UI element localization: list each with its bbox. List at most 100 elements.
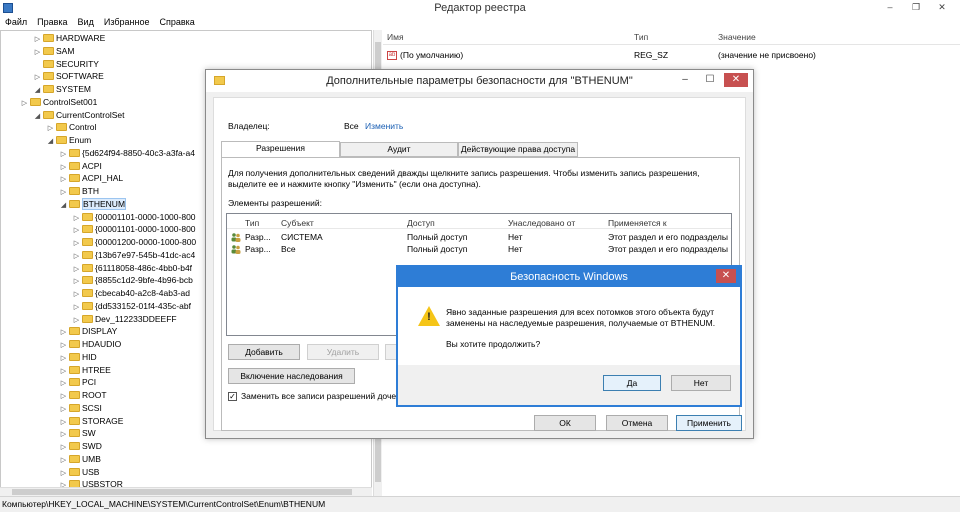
remove-button[interactable]: Удалить: [307, 344, 379, 360]
tree-item-label: {8855c1d2-9bfe-4b96-bcb: [95, 275, 193, 286]
tree-item[interactable]: ▷ STORAGE: [59, 415, 124, 428]
column-applies-to[interactable]: Применяется к: [608, 218, 667, 228]
close-button[interactable]: ✕: [932, 1, 952, 13]
add-button[interactable]: Добавить: [228, 344, 300, 360]
column-type[interactable]: Тип: [245, 218, 259, 228]
value-name[interactable]: (По умолчанию): [400, 50, 463, 60]
tree-item[interactable]: ▷ {cbecab40-a2c8-4ab3-ad: [72, 287, 190, 300]
menu-file[interactable]: Файл: [0, 16, 32, 27]
tree-horizontal-scrollbar[interactable]: [0, 487, 372, 496]
ok-button[interactable]: ОК: [534, 415, 596, 431]
tree-item-label: SW: [82, 428, 96, 439]
tree-item[interactable]: ▷ SCSI: [59, 402, 102, 415]
tree-item[interactable]: ▷ SWD: [59, 440, 102, 453]
menu-favorites[interactable]: Избранное: [99, 16, 155, 27]
tree-item[interactable]: SECURITY: [33, 58, 99, 71]
tree-item[interactable]: ▷ UMB: [59, 453, 101, 466]
tree-item[interactable]: ▷ ROOT: [59, 389, 107, 402]
minimize-button[interactable]: –: [880, 1, 900, 13]
menu-view[interactable]: Вид: [73, 16, 99, 27]
tree-item-label: STORAGE: [82, 415, 124, 426]
tree-item[interactable]: ▷ ACPI: [59, 160, 102, 173]
string-value-icon: ab: [387, 51, 397, 60]
column-access[interactable]: Доступ: [407, 218, 435, 228]
dialog-minimize-button[interactable]: –: [673, 73, 697, 87]
folder-icon: [43, 85, 54, 93]
tree-item-label: {13b67e97-545b-41dc-ac4: [95, 249, 196, 260]
tree-item[interactable]: ▷ SOFTWARE: [33, 70, 104, 83]
restore-button[interactable]: ❐: [906, 1, 926, 13]
tree-item[interactable]: ▷ HTREE: [59, 364, 111, 377]
tree-item[interactable]: ▷ {5d624f94-8850-40c3-a3fa-a4: [59, 147, 195, 160]
tree-item-label: SOFTWARE: [56, 71, 104, 82]
entry-type: Разр...: [245, 232, 271, 242]
tree-item[interactable]: ▷ {00001101-0000-1000-800: [72, 211, 196, 224]
tree-item[interactable]: ▷ {61118058-486c-4bb0-b4f: [72, 262, 192, 275]
tree-item[interactable]: ▷ {dd533152-01f4-435c-abf: [72, 300, 191, 313]
value-data: (значение не присвоено): [718, 50, 816, 60]
tree-item-label: SWD: [82, 441, 102, 451]
column-header-type[interactable]: Тип: [634, 32, 648, 42]
apply-button[interactable]: Применить: [676, 415, 742, 431]
tree-item[interactable]: ▷ Dev_112233DDEEFF: [72, 313, 177, 326]
enable-inheritance-button[interactable]: Включение наследования: [228, 368, 355, 384]
tree-item[interactable]: ▷ ControlSet001: [20, 96, 98, 110]
yes-button[interactable]: Да: [603, 375, 661, 391]
tree-item[interactable]: ▷ {13b67e97-545b-41dc-ac4: [72, 249, 195, 262]
tree-item[interactable]: ▷ PCI: [59, 376, 96, 389]
tree-item[interactable]: ▷ {8855c1d2-9bfe-4b96-bcb: [72, 274, 193, 287]
header-divider: [383, 44, 960, 45]
tree-item[interactable]: ▷ HARDWARE: [33, 32, 105, 45]
tab-effective-access[interactable]: Действующие права доступа: [458, 142, 578, 157]
owner-value: Все: [344, 121, 359, 131]
expand-arrow-icon[interactable]: ▷: [20, 97, 29, 110]
column-header-name[interactable]: Имя: [387, 32, 404, 42]
tree-item[interactable]: ◢ Enum: [46, 134, 91, 147]
tree-item[interactable]: ▷ SW: [59, 427, 96, 440]
tree-item[interactable]: ▷ {00001200-0000-1000-800: [72, 236, 196, 249]
msgbox-close-button[interactable]: ✕: [716, 269, 736, 283]
dialog-maximize-button[interactable]: ☐: [698, 73, 722, 87]
tree-item-label: {5d624f94-8850-40c3-a3fa-a4: [82, 147, 195, 158]
tree-item[interactable]: ▷ SAM: [33, 45, 75, 58]
folder-icon: [69, 327, 80, 336]
tree-item[interactable]: ▷ HID: [59, 351, 97, 364]
dialog-close-button[interactable]: ✕: [724, 73, 748, 87]
folder-icon: [82, 301, 93, 310]
tree-item[interactable]: ▷ Control: [46, 121, 97, 134]
msgbox-title: Безопасность Windows: [510, 271, 628, 283]
expand-arrow-icon[interactable]: ◢: [33, 110, 42, 123]
tree-item[interactable]: ◢ BTHENUM: [59, 197, 127, 212]
msgbox-line1: Явно заданные разрешения для всех потомк…: [446, 307, 715, 317]
tree-item[interactable]: ▷ DISPLAY: [59, 325, 117, 338]
permission-entries-label: Элементы разрешений:: [228, 198, 322, 208]
tree-item[interactable]: ▷ {00001101-0000-1000-800: [72, 223, 196, 236]
entry-subject: Все: [281, 244, 296, 254]
expand-arrow-icon[interactable]: ◢: [59, 199, 68, 212]
column-header-value[interactable]: Значение: [718, 32, 756, 42]
folder-icon: [69, 148, 80, 157]
change-owner-link[interactable]: Изменить: [365, 121, 403, 131]
tree-item[interactable]: ▷ ACPI_HAL: [59, 172, 123, 185]
tree-item[interactable]: ▷ BTH: [59, 185, 99, 198]
column-subject[interactable]: Субъект: [281, 218, 314, 228]
expand-arrow-icon[interactable]: ◢: [46, 135, 55, 148]
folder-icon: [56, 136, 67, 144]
tree-item[interactable]: ▷ HDAUDIO: [59, 338, 121, 351]
tab-permissions[interactable]: Разрешения: [221, 141, 340, 158]
replace-child-permissions-checkbox[interactable]: ✓: [228, 392, 237, 401]
tree-item[interactable]: ◢ SYSTEM: [33, 83, 91, 96]
tab-audit[interactable]: Аудит: [340, 142, 458, 157]
column-inherited-from[interactable]: Унаследовано от: [508, 218, 575, 228]
no-button[interactable]: Нет: [671, 375, 731, 391]
dialog-title-bar: Дополнительные параметры безопасности дл…: [206, 70, 753, 92]
menu-help[interactable]: Справка: [154, 16, 199, 27]
scrollbar-thumb[interactable]: [12, 489, 352, 495]
folder-icon: [82, 314, 93, 323]
tree-item[interactable]: ▷ USB: [59, 466, 100, 479]
folder-icon: [69, 352, 80, 361]
menu-edit[interactable]: Правка: [32, 16, 72, 27]
tree-item-label: {00001101-0000-1000-800: [95, 224, 196, 235]
tree-item[interactable]: ◢ CurrentControlSet: [33, 109, 125, 122]
cancel-button[interactable]: Отмена: [606, 415, 668, 431]
